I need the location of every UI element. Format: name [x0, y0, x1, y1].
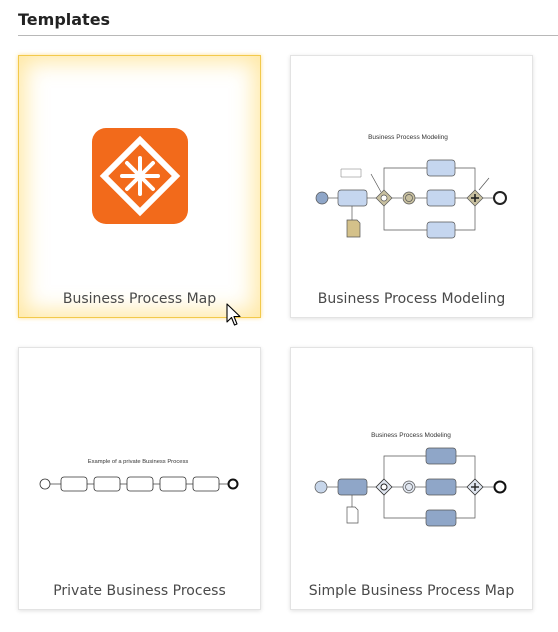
mouse-pointer-icon: [226, 303, 241, 326]
template-label: Business Process Modeling: [317, 291, 506, 307]
bpmn-diagram-thumbnail: Business Process Modeling: [315, 134, 507, 239]
business-process-map-logo-icon: [92, 128, 188, 224]
simple-bpmn-diagram-thumbnail: Business Process Modeling: [314, 432, 507, 527]
section-title: Templates: [18, 10, 111, 29]
template-card-simple-business-process-map[interactable]: Business Process Modeling Simple Busines…: [290, 347, 533, 610]
template-card-private-business-process[interactable]: Example of a private Business Process Pr…: [18, 347, 261, 610]
diagram-title: Example of a private Business Process: [88, 459, 189, 465]
diagram-title: Business Process Modeling: [371, 432, 451, 439]
template-card-business-process-modeling[interactable]: Business Process Modeling Business Proce…: [290, 55, 533, 318]
diagram-title: Business Process Modeling: [368, 134, 448, 141]
templates-header: Templates: [18, 9, 558, 36]
template-label: Business Process Map: [62, 291, 217, 307]
private-process-diagram-thumbnail: Example of a private Business Process: [39, 459, 239, 492]
template-label: Simple Business Process Map: [308, 583, 515, 599]
template-card-business-process-map[interactable]: Business Process Map: [18, 55, 261, 318]
template-label: Private Business Process: [53, 583, 226, 599]
